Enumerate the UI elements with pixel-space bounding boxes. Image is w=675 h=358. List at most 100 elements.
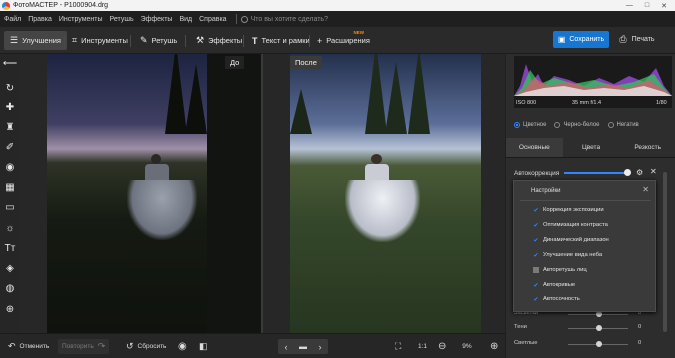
menu-tools[interactable]: Инструменты bbox=[59, 16, 103, 23]
rotate-icon[interactable]: ↻ bbox=[3, 81, 17, 95]
menu-help[interactable]: Справка bbox=[199, 16, 226, 23]
fit-screen-icon[interactable]: ⛶ bbox=[395, 339, 401, 354]
radial-filter-icon[interactable]: ◉ bbox=[3, 160, 17, 174]
tab-retouch[interactable]: ✎ Ретушь bbox=[134, 31, 183, 50]
text-tool-icon[interactable]: Tт bbox=[3, 241, 17, 255]
minimize-button[interactable]: — bbox=[626, 2, 633, 10]
back-arrow-icon[interactable]: ⟵ bbox=[3, 56, 17, 70]
radio-bw[interactable]: Черно-белое bbox=[554, 122, 600, 128]
tab-text-frames[interactable]: T Текст и рамки bbox=[246, 31, 316, 50]
checkbox-autocurves[interactable]: ✔ Автокривые bbox=[533, 282, 575, 289]
tab-extensions[interactable]: + Расширения NEW bbox=[311, 30, 370, 50]
menu-view[interactable]: Вид bbox=[179, 16, 192, 23]
checkbox-label: Улучшение вида неба bbox=[543, 252, 603, 258]
maximize-button[interactable]: □ bbox=[645, 2, 649, 10]
tab-enhancements-label: Улучшения bbox=[22, 36, 61, 45]
menu-file[interactable]: Файл bbox=[4, 16, 21, 23]
redo-button[interactable]: Повторить ↷ bbox=[58, 339, 110, 354]
sliders-icon: ☰ bbox=[10, 35, 19, 45]
histogram: ISO 800 35 mm f/1.4 1/80 bbox=[514, 56, 672, 108]
command-search[interactable]: Что вы хотите сделать? bbox=[240, 15, 328, 23]
prev-image-icon[interactable]: ‹ bbox=[278, 342, 294, 352]
redo-arrow-icon: ↷ bbox=[97, 341, 106, 351]
tab-colors[interactable]: Цвета bbox=[563, 138, 620, 157]
checkbox-label: Динамический диапазон bbox=[543, 237, 609, 243]
dark-edge bbox=[207, 54, 262, 333]
tree-silhouette bbox=[365, 54, 387, 134]
tab-effects[interactable]: ⚒ Эффекты bbox=[190, 31, 248, 50]
target-icon[interactable]: ⊕ bbox=[3, 302, 17, 316]
toolbar-separator bbox=[309, 35, 310, 47]
slider-lights: Светлые 0 bbox=[514, 340, 664, 350]
close-window-button[interactable]: ✕ bbox=[661, 2, 667, 10]
reset-label: Сбросить bbox=[137, 343, 167, 350]
menu-retouch[interactable]: Ретушь bbox=[110, 16, 134, 23]
menu-bar: Файл Правка Инструменты Ретушь Эффекты В… bbox=[0, 11, 675, 27]
autocorrection-slider-knob[interactable] bbox=[624, 169, 631, 176]
healing-icon[interactable]: ✚ bbox=[3, 100, 17, 114]
slider-value: 0 bbox=[638, 340, 642, 346]
print-button[interactable]: ⎙ Печать bbox=[612, 31, 662, 48]
compare-view-icon[interactable]: ◧ bbox=[199, 339, 208, 354]
close-icon[interactable]: ✕ bbox=[642, 185, 649, 194]
checkbox-dynamic-range[interactable]: ✔ Динамический диапазон bbox=[533, 237, 609, 244]
zoom-percent[interactable]: 9% bbox=[452, 339, 482, 354]
actual-size-button[interactable]: 1:1 bbox=[418, 339, 427, 354]
before-after-divider[interactable] bbox=[261, 54, 263, 333]
autocorrection-label: Автокоррекция bbox=[514, 169, 560, 177]
save-button[interactable]: ▣ Сохранить bbox=[553, 31, 609, 48]
histogram-lens: 35 mm f/1.4 bbox=[572, 100, 602, 106]
slider-knob[interactable] bbox=[596, 325, 602, 331]
next-image-icon[interactable]: › bbox=[312, 342, 328, 352]
gear-icon[interactable]: ⚙ bbox=[636, 168, 643, 177]
close-icon[interactable]: ✕ bbox=[650, 167, 657, 176]
magic-wand-icon: ⚒ bbox=[196, 35, 205, 45]
tree-silhouette bbox=[165, 54, 187, 134]
brush-tool-icon[interactable]: ✐ bbox=[3, 140, 17, 154]
search-placeholder[interactable]: Что вы хотите сделать? bbox=[251, 16, 328, 23]
image-canvas[interactable]: До После bbox=[20, 54, 505, 333]
light-icon[interactable]: ☼ bbox=[3, 221, 17, 235]
checkbox-sky[interactable]: ✔ Улучшение вида неба bbox=[533, 252, 603, 259]
undo-button[interactable]: ↶ Отменить bbox=[8, 339, 49, 354]
plus-icon: + bbox=[317, 35, 323, 46]
app-logo-icon bbox=[2, 1, 10, 10]
checkbox-exposure[interactable]: ✔ Коррекция экспозиции bbox=[533, 207, 604, 214]
tab-enhancements[interactable]: ☰ Улучшения bbox=[4, 31, 67, 50]
zoom-out-icon[interactable]: ⊖ bbox=[438, 339, 446, 354]
checkbox-autovibrance[interactable]: ✔ Автосочность bbox=[533, 296, 579, 303]
tab-basic[interactable]: Основные bbox=[506, 138, 563, 157]
radio-negative[interactable]: Негатив bbox=[607, 122, 639, 128]
autocorrection-slider[interactable] bbox=[564, 172, 626, 174]
tree-silhouette bbox=[385, 62, 407, 134]
fill-icon[interactable]: ◈ bbox=[3, 261, 17, 275]
folder-icon[interactable]: ▬ bbox=[294, 342, 312, 351]
color-picker-icon[interactable]: ◍ bbox=[3, 281, 17, 295]
zoom-in-icon[interactable]: ⊕ bbox=[490, 339, 498, 354]
checkbox-face-retouch[interactable]: Авторетушь лиц bbox=[533, 267, 587, 273]
color-mode-group: Цветное Черно-белое Негатив bbox=[514, 118, 672, 132]
reset-button[interactable]: ↺ Сбросить bbox=[126, 339, 166, 354]
vignette-icon[interactable]: ▭ bbox=[3, 200, 17, 214]
checkbox-label: Коррекция экспозиции bbox=[543, 207, 604, 213]
tab-tools[interactable]: ⌗ Инструменты bbox=[66, 31, 134, 50]
menu-effects[interactable]: Эффекты bbox=[141, 16, 173, 23]
checkbox-contrast[interactable]: ✔ Оптимизация контраста bbox=[533, 222, 607, 229]
dancer-figure bbox=[345, 154, 420, 246]
toolbar-separator bbox=[185, 35, 186, 47]
unchecked-box-icon bbox=[533, 267, 539, 273]
slider-knob[interactable] bbox=[596, 341, 602, 347]
settings-popup-title: Настройки bbox=[531, 188, 561, 194]
stamp-icon[interactable]: ♜ bbox=[3, 120, 17, 134]
title-bar: ФотоМАСТЕР - P1000904.drg — □ ✕ bbox=[0, 0, 675, 11]
tree-silhouette bbox=[290, 89, 312, 134]
redo-label: Повторить bbox=[62, 343, 94, 350]
eye-icon[interactable]: ◉ bbox=[178, 339, 187, 354]
histogram-iso: ISO 800 bbox=[516, 100, 537, 106]
gradient-filter-icon[interactable]: ▦ bbox=[3, 180, 17, 194]
tab-divider bbox=[506, 157, 675, 158]
radio-color[interactable]: Цветное bbox=[514, 122, 546, 128]
tab-sharpness[interactable]: Резкость bbox=[619, 138, 675, 157]
panel-scrollbar[interactable] bbox=[663, 172, 667, 332]
menu-edit[interactable]: Правка bbox=[28, 16, 52, 23]
